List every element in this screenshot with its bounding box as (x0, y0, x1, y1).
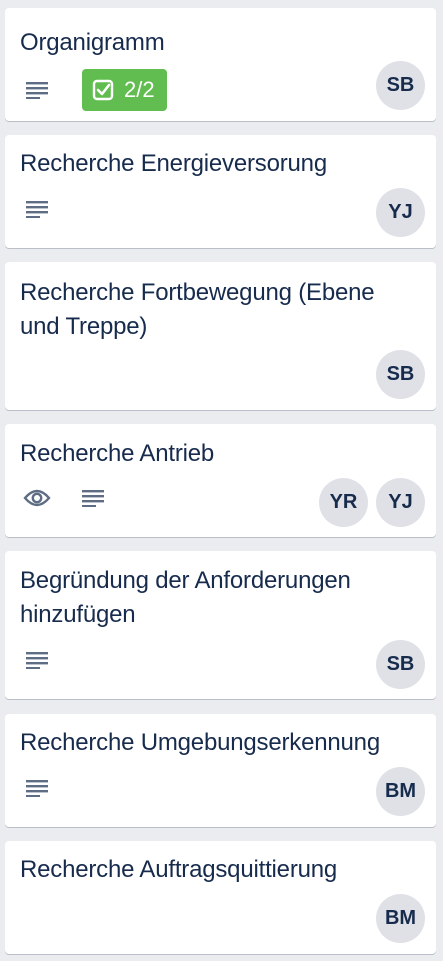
card-badges (20, 771, 70, 805)
card-members: BM (368, 894, 425, 943)
card-title: Recherche Auftragsquittierung (20, 856, 338, 883)
avatar[interactable]: SB (376, 640, 425, 689)
avatar[interactable]: BM (376, 767, 425, 816)
card-begruendung-anforderungen[interactable]: Begründung der Anforderungen hinzufügen … (5, 551, 436, 699)
checklist-badge: 2/2 (82, 69, 167, 111)
card-title: Begründung der Anforderungen hinzufügen (20, 567, 351, 628)
description-icon (20, 73, 54, 107)
description-icon (20, 643, 54, 677)
card-title: Organigramm (20, 29, 165, 56)
card-members: YR YJ (311, 478, 425, 527)
avatar[interactable]: SB (376, 61, 425, 110)
card-title: Recherche Umgebungserkennung (20, 729, 380, 756)
card-recherche-auftragsquittierung[interactable]: Recherche Auftragsquittierung BM (5, 841, 436, 954)
card-title: Recherche Antrieb (20, 440, 215, 467)
card-badges (20, 481, 126, 515)
card-members: SB (368, 350, 425, 399)
avatar[interactable]: SB (376, 350, 425, 399)
card-members: SB (368, 61, 425, 110)
card-recherche-fortbewegung[interactable]: Recherche Fortbewegung (Ebene und Treppe… (5, 262, 436, 410)
description-icon (20, 192, 54, 226)
card-members: YJ (368, 188, 425, 237)
watch-icon (20, 481, 54, 515)
checklist-count: 2/2 (124, 77, 155, 102)
card-members: SB (368, 640, 425, 689)
description-icon (20, 771, 54, 805)
checklist-icon (92, 79, 114, 101)
avatar[interactable]: YJ (376, 478, 425, 527)
description-icon (76, 481, 110, 515)
card-organigramm[interactable]: Organigramm 2/2 SB (5, 8, 436, 121)
card-members: BM (368, 767, 425, 816)
card-recherche-umgebungserkennung[interactable]: Recherche Umgebungserkennung BM (5, 714, 436, 827)
card-badges (20, 643, 70, 677)
card-title: Recherche Energieversorung (20, 150, 327, 177)
card-recherche-antrieb[interactable]: Recherche Antrieb YR YJ (5, 424, 436, 537)
card-title: Recherche Fortbewegung (Ebene und Treppe… (20, 279, 375, 340)
card-badges (20, 192, 70, 226)
card-badges: 2/2 (20, 69, 167, 111)
avatar[interactable]: YJ (376, 188, 425, 237)
avatar[interactable]: BM (376, 894, 425, 943)
avatar[interactable]: YR (319, 478, 368, 527)
card-recherche-energieversorung[interactable]: Recherche Energieversorung YJ (5, 135, 436, 248)
